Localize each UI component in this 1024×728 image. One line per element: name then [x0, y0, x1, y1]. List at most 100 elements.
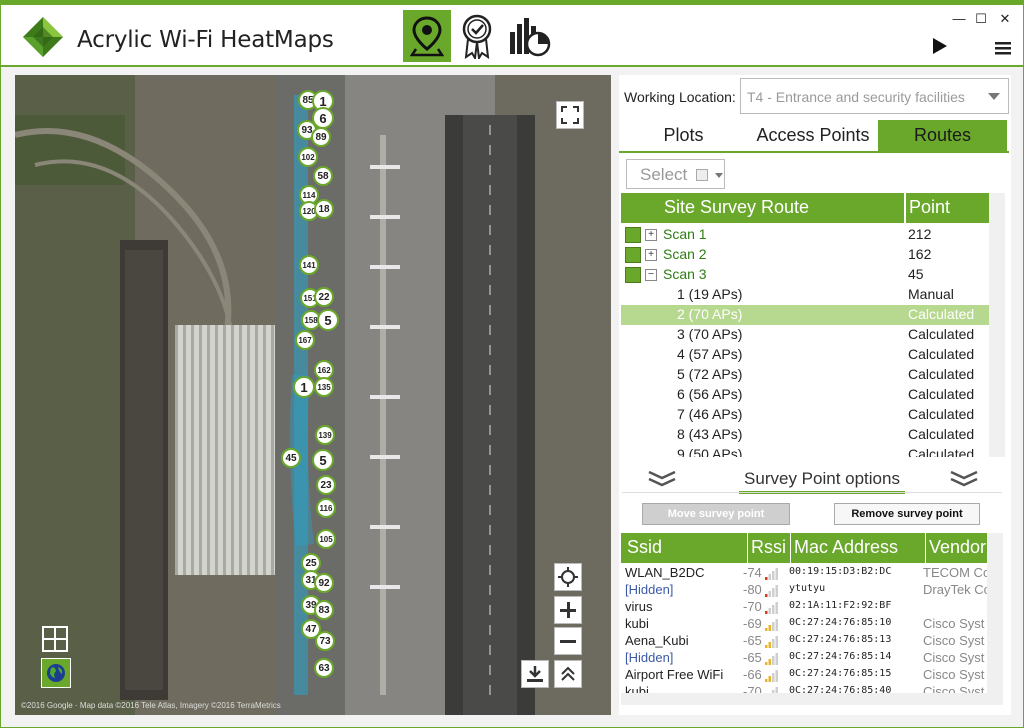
zoom-in-button[interactable] [554, 596, 582, 624]
move-survey-point-button[interactable]: Move survey point [642, 503, 790, 525]
chevron-down-icon [988, 93, 1000, 100]
ap-rssi: -69 [743, 616, 762, 631]
route-point-row[interactable]: 1 (19 APs) Manual [621, 285, 989, 305]
survey-point-marker[interactable]: 5 [312, 449, 334, 471]
ap-row[interactable]: [Hidden] -80 ytutyu DrayTek Co [621, 582, 987, 599]
satellite-map[interactable]: 85 1 6 93 89 102 58 114 120 18 141 151 22 158 5 167 162 1… [15, 75, 611, 715]
scan-row[interactable]: − Scan 3 45 [621, 265, 989, 285]
zoom-out-button[interactable] [554, 627, 582, 655]
scan-checkbox[interactable] [625, 247, 641, 263]
app-window: Acrylic Wi-Fi HeatMaps — ☐ ✕ 85 1 6 93 8… [0, 0, 1024, 728]
select-all-checkbox[interactable] [696, 169, 708, 181]
point-type: Calculated [908, 426, 975, 442]
ap-rssi: -65 [743, 633, 762, 648]
rssi-header[interactable]: Rssi [748, 533, 790, 563]
survey-point-marker[interactable]: 167 [295, 330, 315, 350]
tab-routes[interactable]: Routes [878, 120, 1007, 151]
expand-toggle-icon[interactable]: − [645, 269, 657, 281]
ap-row[interactable]: Airport Free WiFi -66 0C:27:24:76:85:15 Cis… [621, 667, 987, 684]
aps-horizontal-scrollbar[interactable] [621, 693, 1003, 705]
ap-mac: 0C:27:24:76:85:14 [789, 651, 892, 662]
survey-point-marker[interactable]: 92 [314, 573, 334, 593]
route-point-row[interactable]: 9 (50 APs) Calculated [621, 445, 989, 457]
ap-mac: 0C:27:24:76:85:15 [789, 668, 892, 679]
aps-scrollbar[interactable] [987, 533, 1003, 693]
tab-access-points[interactable]: Access Points [749, 120, 877, 151]
survey-point-marker[interactable]: 23 [316, 475, 336, 495]
fullscreen-button[interactable] [556, 101, 584, 129]
scan-name: Scan 2 [663, 246, 707, 262]
ap-row[interactable]: [Hidden] -65 0C:27:24:76:85:14 Cisco Syst [621, 650, 987, 667]
working-location-select[interactable]: T4 - Entrance and security facilities [740, 78, 1009, 114]
survey-point-marker[interactable]: 58 [313, 166, 333, 186]
signal-strength-icon [765, 653, 778, 665]
survey-point-marker[interactable]: 135 [314, 377, 334, 397]
validation-nav-button[interactable] [453, 10, 501, 62]
point-type: Calculated [908, 446, 975, 457]
survey-point-marker[interactable]: 139 [315, 425, 335, 445]
scan-name: Scan 1 [663, 226, 707, 242]
survey-point-marker[interactable]: 102 [298, 147, 318, 167]
survey-point-marker[interactable]: 141 [299, 255, 319, 275]
ap-row[interactable]: kubi -70 0C:27:24:76:85:40 Cisco Syst [621, 684, 987, 693]
map-nav-button[interactable] [403, 10, 451, 62]
double-chevron-down-icon[interactable] [647, 469, 677, 489]
download-button[interactable] [521, 660, 549, 688]
route-point-row[interactable]: 7 (46 APs) Calculated [621, 405, 989, 425]
vendor-header[interactable]: Vendor [926, 533, 987, 563]
survey-point-marker[interactable]: 18 [314, 199, 334, 219]
maximize-button[interactable]: ☐ [969, 11, 993, 27]
play-icon[interactable] [931, 37, 949, 55]
ssid-header[interactable]: Ssid [621, 533, 747, 563]
survey-point-marker[interactable]: 22 [314, 287, 334, 307]
signal-strength-icon [765, 636, 778, 648]
minimize-button[interactable]: — [947, 11, 971, 26]
survey-point-marker[interactable]: 45 [281, 448, 301, 468]
point-header[interactable]: Point [906, 193, 989, 223]
route-point-row[interactable]: 8 (43 APs) Calculated [621, 425, 989, 445]
routes-scrollbar[interactable] [989, 193, 1005, 457]
route-point-row[interactable]: 2 (70 APs) Calculated [621, 305, 989, 325]
expand-toggle-icon[interactable]: + [645, 229, 657, 241]
ap-row[interactable]: kubi -69 0C:27:24:76:85:10 Cisco Syst [621, 616, 987, 633]
route-header[interactable]: Site Survey Route [621, 193, 904, 223]
double-chevron-down-icon[interactable] [949, 469, 979, 489]
ap-vendor: Cisco Syst [923, 616, 985, 631]
survey-point-marker[interactable]: 105 [316, 529, 336, 549]
locate-button[interactable] [554, 563, 582, 591]
route-point-row[interactable]: 6 (56 APs) Calculated [621, 385, 989, 405]
survey-point-marker[interactable]: 89 [311, 127, 331, 147]
route-point-row[interactable]: 4 (57 APs) Calculated [621, 345, 989, 365]
select-dropdown[interactable]: Select [626, 159, 725, 189]
close-button[interactable]: ✕ [993, 11, 1017, 27]
floorplan-toggle-button[interactable] [41, 625, 69, 653]
reports-nav-button[interactable] [505, 10, 553, 62]
point-label: 1 (19 APs) [677, 286, 743, 302]
survey-point-marker[interactable]: 73 [315, 631, 335, 651]
ap-row[interactable]: WLAN_B2DC -74 00:19:15:D3:B2:DC TECOM Co [621, 565, 987, 582]
tab-plots[interactable]: Plots [621, 120, 746, 151]
double-chevron-up-icon [561, 666, 575, 681]
ap-row[interactable]: virus -70 02:1A:11:F2:92:BF [621, 599, 987, 616]
ap-ssid: [Hidden] [625, 582, 674, 597]
route-point-row[interactable]: 5 (72 APs) Calculated [621, 365, 989, 385]
scan-checkbox[interactable] [625, 227, 641, 243]
scan-points: 162 [908, 246, 932, 262]
survey-point-marker[interactable]: 1 [293, 376, 315, 398]
collapse-button[interactable] [554, 660, 582, 688]
remove-survey-point-button[interactable]: Remove survey point [834, 503, 980, 525]
scan-row[interactable]: + Scan 2 162 [621, 245, 989, 265]
route-point-row[interactable]: 3 (70 APs) Calculated [621, 325, 989, 345]
survey-point-marker[interactable]: 116 [316, 498, 336, 518]
expand-toggle-icon[interactable]: + [645, 249, 657, 261]
satellite-toggle-button[interactable] [41, 658, 71, 688]
survey-point-marker[interactable]: 83 [314, 600, 334, 620]
scan-row[interactable]: + Scan 1 212 [621, 225, 989, 245]
mac-header[interactable]: Mac Address [791, 533, 925, 563]
ap-ssid: kubi [625, 684, 649, 693]
survey-point-marker[interactable]: 63 [314, 658, 334, 678]
ap-row[interactable]: Aena_Kubi -65 0C:27:24:76:85:13 Cisco Syst [621, 633, 987, 650]
survey-point-marker[interactable]: 5 [317, 309, 339, 331]
scan-checkbox[interactable] [625, 267, 641, 283]
hamburger-menu-icon[interactable] [995, 41, 1011, 55]
